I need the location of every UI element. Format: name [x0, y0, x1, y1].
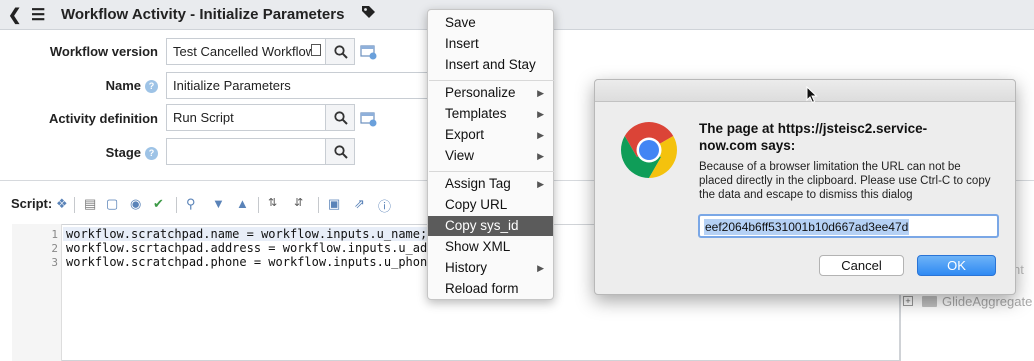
menu-item-copy-sys-id[interactable]: Copy sys_id — [428, 216, 553, 236]
replace-all-icon[interactable]: ⇵ — [294, 196, 303, 209]
activity-definition-lookup-button[interactable] — [325, 104, 355, 131]
submenu-arrow-icon: ▶ — [537, 151, 544, 161]
menu-item-view[interactable]: View ▶ — [428, 146, 553, 166]
alert-dialog: The page at https://jsteisc2.service-now… — [594, 79, 1016, 295]
reference-doc-icon[interactable] — [311, 44, 321, 56]
menu-item-label: Show XML — [445, 239, 511, 254]
dialog-title-bar[interactable] — [595, 80, 1015, 102]
line-number: 3 — [51, 256, 58, 269]
menu-item-copy-url[interactable]: Copy URL — [428, 195, 553, 215]
mouse-cursor-icon — [806, 86, 818, 104]
chrome-logo-icon — [620, 122, 678, 178]
menu-item-templates[interactable]: Templates ▶ — [428, 104, 553, 124]
menu-separator — [429, 171, 554, 172]
preview-record-icon[interactable] — [360, 44, 378, 63]
search-icon — [334, 111, 348, 125]
help-icon[interactable]: ? — [145, 147, 158, 160]
stage-field[interactable] — [166, 138, 326, 165]
menu-item-label: Templates — [445, 106, 507, 121]
search-icon — [334, 145, 348, 159]
check-syntax-icon[interactable]: ✔ — [153, 196, 164, 212]
context-menu: Save Insert Insert and Stay Personalize ▶… — [427, 9, 554, 300]
menu-item-show-xml[interactable]: Show XML — [428, 237, 553, 257]
workflow-version-label: Workflow version — [49, 44, 158, 59]
menu-item-label: Copy URL — [445, 197, 508, 212]
submenu-arrow-icon: ▶ — [537, 109, 544, 119]
search-icon — [334, 45, 348, 59]
help-icon[interactable]: ? — [145, 80, 158, 93]
submenu-arrow-icon: ▶ — [537, 263, 544, 273]
code-line[interactable]: workflow.scratchpad.name = workflow.inpu… — [66, 227, 427, 241]
menu-item-label: Personalize — [445, 85, 516, 100]
fullscreen-icon[interactable]: ⇗ — [354, 196, 365, 212]
stage-lookup-button[interactable] — [325, 138, 355, 165]
dialog-value-field[interactable]: eef2064b6ff531001b10d667ad3ee47d — [698, 214, 999, 238]
tree-expand-icon[interactable]: + — [903, 296, 913, 306]
preview-record-icon[interactable] — [360, 111, 378, 130]
search-icon[interactable]: ⚲ — [186, 196, 196, 212]
remove-comment-icon[interactable]: ◉ — [130, 196, 141, 212]
menu-item-personalize[interactable]: Personalize ▶ — [428, 83, 553, 103]
menu-item-label: Insert — [445, 36, 479, 51]
submenu-arrow-icon: ▶ — [537, 88, 544, 98]
page-title: Workflow Activity - Initialize Parameter… — [61, 6, 345, 23]
menu-item-label: Insert and Stay — [445, 57, 536, 72]
menu-item-label: Reload form — [445, 281, 519, 296]
toolbar-divider — [318, 197, 319, 213]
menu-item-label: Save — [445, 15, 476, 30]
name-label: Name? — [0, 78, 158, 93]
menu-item-label: Export — [445, 127, 485, 142]
activity-definition-field[interactable]: Run Script — [166, 104, 326, 131]
toolbar-divider — [176, 197, 177, 213]
script-label: Script: — [11, 196, 53, 211]
toolbar-divider — [258, 197, 259, 213]
menu-separator — [429, 80, 554, 81]
menu-item-history[interactable]: History ▶ — [428, 258, 553, 278]
dialog-value-text: eef2064b6ff531001b10d667ad3ee47d — [704, 219, 910, 235]
menu-item-insert[interactable]: Insert — [428, 34, 553, 54]
menu-item-export[interactable]: Export ▶ — [428, 125, 553, 145]
menu-item-label: View — [445, 148, 475, 163]
help-icon[interactable]: ⓘ — [378, 196, 391, 215]
name-label-text: Name — [105, 78, 141, 93]
comment-icon[interactable]: ▢ — [106, 196, 118, 212]
menu-item-reload-form[interactable]: Reload form — [428, 279, 553, 299]
find-next-icon[interactable]: ▼ — [212, 196, 225, 211]
menu-item-insert-and-stay[interactable]: Insert and Stay — [428, 55, 553, 75]
menu-item-save[interactable]: Save — [428, 13, 553, 33]
hamburger-menu-icon[interactable]: ☰ — [31, 5, 45, 25]
tag-icon[interactable] — [360, 4, 376, 24]
dialog-title: The page at https://jsteisc2.service-now… — [699, 121, 928, 153]
submenu-arrow-icon: ▶ — [537, 179, 544, 189]
menu-item-label: Assign Tag — [445, 176, 511, 191]
menu-item-label: Copy sys_id — [445, 218, 519, 233]
code-line[interactable]: workflow.scrtachpad.address = workflow.i… — [66, 241, 427, 255]
find-previous-icon[interactable]: ▲ — [236, 196, 249, 211]
dialog-message: Because of a browser limitation the URL … — [699, 161, 991, 201]
workflow-version-field[interactable]: Test Cancelled Workflow — [166, 38, 326, 65]
line-number: 1 — [51, 228, 58, 241]
code-line[interactable]: workflow.scratchpad.phone = workflow.inp… — [66, 255, 427, 269]
menu-item-label: History — [445, 260, 488, 275]
replace-icon[interactable]: ⇅ — [268, 196, 277, 209]
menu-item-assign-tag[interactable]: Assign Tag ▶ — [428, 174, 553, 194]
line-number: 2 — [51, 242, 58, 255]
toolbar-divider — [74, 197, 75, 213]
script-debug-icon[interactable]: ❖ — [56, 196, 68, 212]
save-icon[interactable]: ▣ — [328, 196, 340, 212]
tree-item-label[interactable]: GlideAggregate — [942, 294, 1032, 309]
format-code-icon[interactable]: ▤ — [84, 196, 96, 212]
activity-definition-label: Activity definition — [48, 111, 158, 126]
workflow-version-lookup-button[interactable] — [325, 38, 355, 65]
back-icon[interactable]: ❮ — [8, 5, 21, 25]
submenu-arrow-icon: ▶ — [537, 130, 544, 140]
cancel-button[interactable]: Cancel — [819, 255, 904, 276]
stage-label: Stage? — [0, 145, 158, 160]
folder-icon — [922, 296, 937, 307]
ok-button[interactable]: OK — [917, 255, 996, 276]
stage-label-text: Stage — [105, 145, 141, 160]
name-field[interactable]: Initialize Parameters — [166, 72, 430, 99]
